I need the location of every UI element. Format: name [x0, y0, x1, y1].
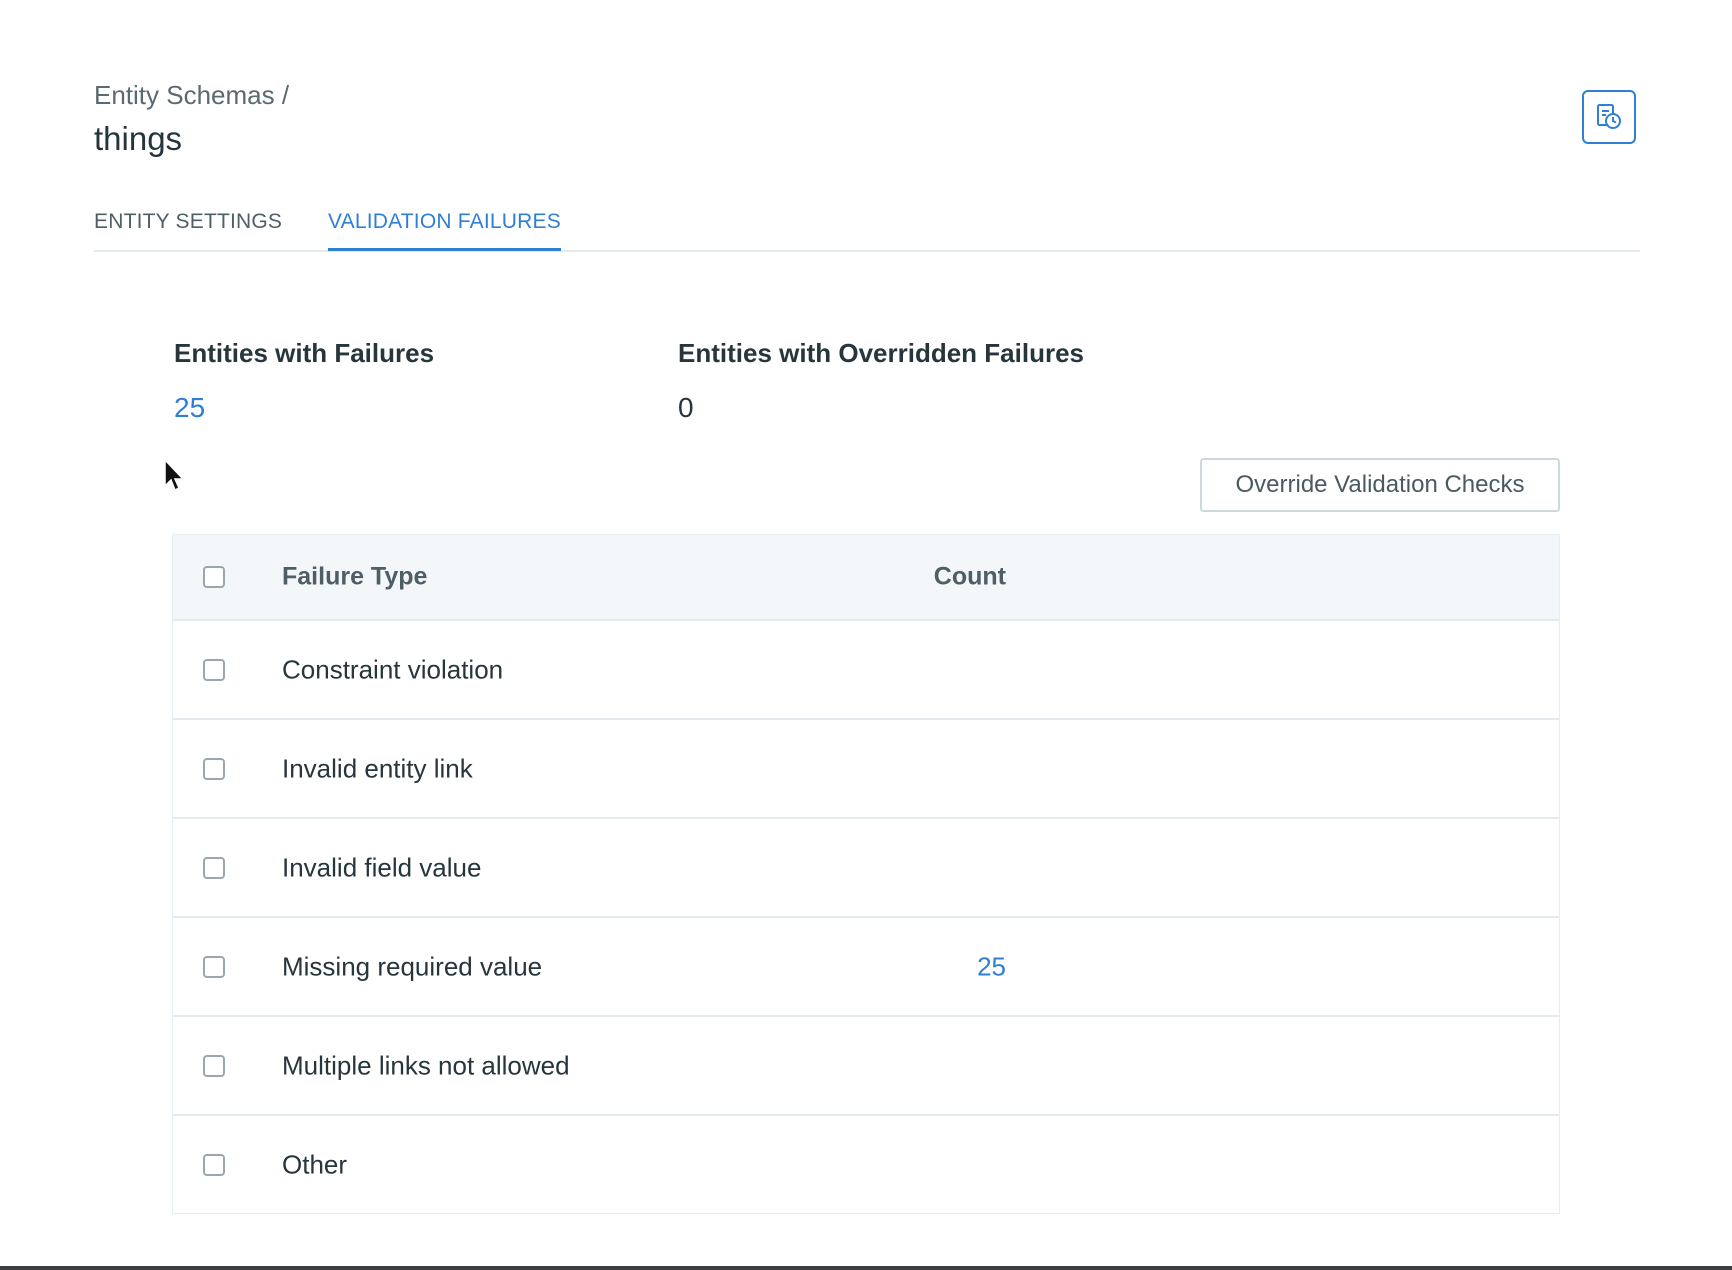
- table-row[interactable]: Multiple links not allowed: [173, 1017, 1559, 1116]
- row-checkbox[interactable]: [203, 757, 225, 780]
- tab-validation-failures[interactable]: VALIDATION FAILURES: [328, 210, 561, 251]
- table-row[interactable]: Constraint violation: [173, 621, 1559, 720]
- row-checkbox[interactable]: [203, 1054, 225, 1077]
- table-row[interactable]: Other: [173, 1116, 1559, 1213]
- validation-failures-page: Entity Schemas / things ENTITY SETTINGS …: [0, 0, 1732, 1270]
- header-failure-type[interactable]: Failure Type: [282, 563, 427, 592]
- table-row[interactable]: Invalid entity link: [173, 720, 1559, 819]
- override-validation-checks-button[interactable]: Override Validation Checks: [1200, 458, 1560, 512]
- row-checkbox[interactable]: [203, 1153, 225, 1176]
- entities-with-overridden-failures-label: Entities with Overridden Failures: [678, 338, 1084, 368]
- failure-type-cell: Other: [282, 1149, 348, 1179]
- bottom-divider: [0, 1266, 1732, 1270]
- failure-type-cell: Multiple links not allowed: [282, 1050, 570, 1080]
- header-count[interactable]: Count: [773, 563, 1006, 592]
- page-title: things: [94, 120, 183, 157]
- entities-with-failures-value[interactable]: 25: [174, 392, 205, 424]
- table-row[interactable]: Missing required value 25: [173, 918, 1559, 1017]
- failure-type-cell: Missing required value: [282, 951, 543, 981]
- row-checkbox[interactable]: [203, 955, 225, 978]
- tab-bar: ENTITY SETTINGS VALIDATION FAILURES: [94, 200, 1640, 252]
- entities-with-failures-label: Entities with Failures: [174, 338, 435, 368]
- mouse-cursor-icon: [164, 458, 185, 492]
- history-button[interactable]: [1582, 90, 1636, 144]
- table-header: Failure Type Count: [173, 535, 1559, 621]
- row-checkbox[interactable]: [203, 658, 225, 681]
- count-cell[interactable]: 25: [773, 951, 1006, 982]
- entities-with-overridden-failures-value: 0: [678, 392, 694, 423]
- failure-type-cell: Invalid field value: [282, 852, 482, 882]
- tab-entity-settings[interactable]: ENTITY SETTINGS: [94, 210, 282, 248]
- failure-type-cell: Invalid entity link: [282, 753, 473, 783]
- history-icon: [1597, 104, 1621, 129]
- table-row[interactable]: Invalid field value: [173, 819, 1559, 918]
- select-all-checkbox[interactable]: [203, 566, 225, 588]
- failure-type-cell: Constraint violation: [282, 654, 504, 684]
- failure-types-table: Failure Type Count Constraint violation …: [172, 534, 1560, 1214]
- row-checkbox[interactable]: [203, 856, 225, 879]
- breadcrumb[interactable]: Entity Schemas /: [94, 80, 289, 111]
